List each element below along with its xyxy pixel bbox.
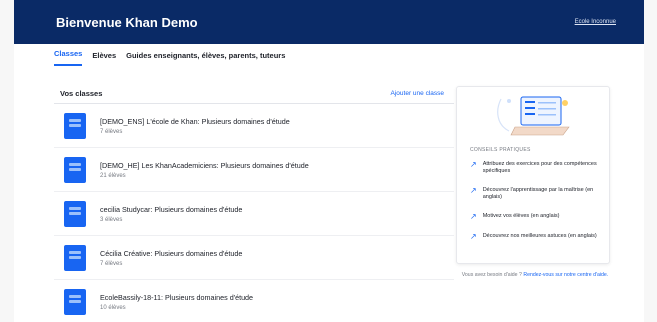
- class-name[interactable]: cecilia Studycar: Plusieurs domaines d'é…: [100, 205, 242, 214]
- tab-guides[interactable]: Guides enseignants, élèves, parents, tut…: [126, 51, 285, 66]
- class-row[interactable]: EcoleBassily-18-11: Plusieurs domaines d…: [54, 280, 454, 322]
- class-book-icon: [64, 112, 86, 139]
- school-link[interactable]: Ecole Inconnue: [575, 19, 616, 25]
- classes-title: Vos classes: [60, 89, 103, 98]
- class-book-icon: [64, 200, 86, 227]
- tip-text[interactable]: Découvrez nos meilleures astuces (en ang…: [483, 233, 597, 241]
- tips-card: CONSEILS PRATIQUES ↗ Attribuez des exerc…: [456, 86, 610, 264]
- class-student-count: 3 élèves: [100, 216, 123, 223]
- class-book-icon: [64, 156, 86, 183]
- laptop-illustration-icon: [497, 96, 570, 136]
- class-student-count: 7 élèves: [100, 128, 123, 135]
- tip-text[interactable]: Découvrez l'apprentissage par la maîtris…: [483, 187, 600, 201]
- tips-heading: CONSEILS PRATIQUES: [470, 147, 531, 153]
- tab-bar: Classes Elèves Guides enseignants, élève…: [54, 44, 624, 66]
- class-book-icon: [64, 244, 86, 271]
- arrow-up-right-icon: ↗: [470, 212, 477, 221]
- classes-header: Vos classes Ajouter une classe: [54, 84, 454, 104]
- class-row[interactable]: [DEMO_HE] Les KhanAcademiciens: Plusieur…: [54, 148, 454, 192]
- class-student-count: 10 élèves: [100, 304, 126, 311]
- tip-link[interactable]: ↗ Motivez vos élèves (en anglais): [470, 213, 600, 221]
- classes-panel: Vos classes Ajouter une classe [DEMO_ENS…: [54, 84, 454, 322]
- class-student-count: 7 élèves: [100, 260, 123, 267]
- help-prefix: Vous avez besoin d'aide ?: [461, 272, 522, 278]
- help-center-link[interactable]: Rendez-vous sur notre centre d'aide.: [523, 272, 608, 278]
- tab-students[interactable]: Elèves: [92, 51, 116, 66]
- top-header: Bienvenue Khan Demo Ecole Inconnue: [14, 0, 644, 44]
- arrow-up-right-icon: ↗: [470, 160, 477, 169]
- class-student-count: 21 élèves: [100, 172, 126, 179]
- page-title: Bienvenue Khan Demo: [56, 14, 198, 30]
- help-text: Vous avez besoin d'aide ? Rendez-vous su…: [456, 272, 614, 279]
- class-name[interactable]: Cécilia Créative: Plusieurs domaines d'é…: [100, 249, 242, 258]
- class-row[interactable]: cecilia Studycar: Plusieurs domaines d'é…: [54, 192, 454, 236]
- tip-link[interactable]: ↗ Découvrez nos meilleures astuces (en a…: [470, 233, 600, 241]
- tip-text[interactable]: Motivez vos élèves (en anglais): [483, 213, 560, 221]
- arrow-up-right-icon: ↗: [470, 232, 477, 241]
- class-row[interactable]: [DEMO_ENS] L'école de Khan: Plusieurs do…: [54, 104, 454, 148]
- class-row[interactable]: Cécilia Créative: Plusieurs domaines d'é…: [54, 236, 454, 280]
- app-frame: Bienvenue Khan Demo Ecole Inconnue Class…: [14, 0, 644, 322]
- class-name[interactable]: [DEMO_ENS] L'école de Khan: Plusieurs do…: [100, 117, 290, 126]
- class-book-icon: [64, 288, 86, 315]
- arrow-up-right-icon: ↗: [470, 186, 477, 195]
- tip-text[interactable]: Attribuez des exercices pour des compéte…: [483, 161, 600, 175]
- class-name[interactable]: EcoleBassily-18-11: Plusieurs domaines d…: [100, 293, 253, 302]
- class-name[interactable]: [DEMO_HE] Les KhanAcademiciens: Plusieur…: [100, 161, 309, 170]
- tip-link[interactable]: ↗ Découvrez l'apprentissage par la maîtr…: [470, 187, 600, 201]
- tip-link[interactable]: ↗ Attribuez des exercices pour des compé…: [470, 161, 600, 175]
- tab-classes[interactable]: Classes: [54, 49, 83, 66]
- add-class-link[interactable]: Ajouter une classe: [391, 90, 454, 97]
